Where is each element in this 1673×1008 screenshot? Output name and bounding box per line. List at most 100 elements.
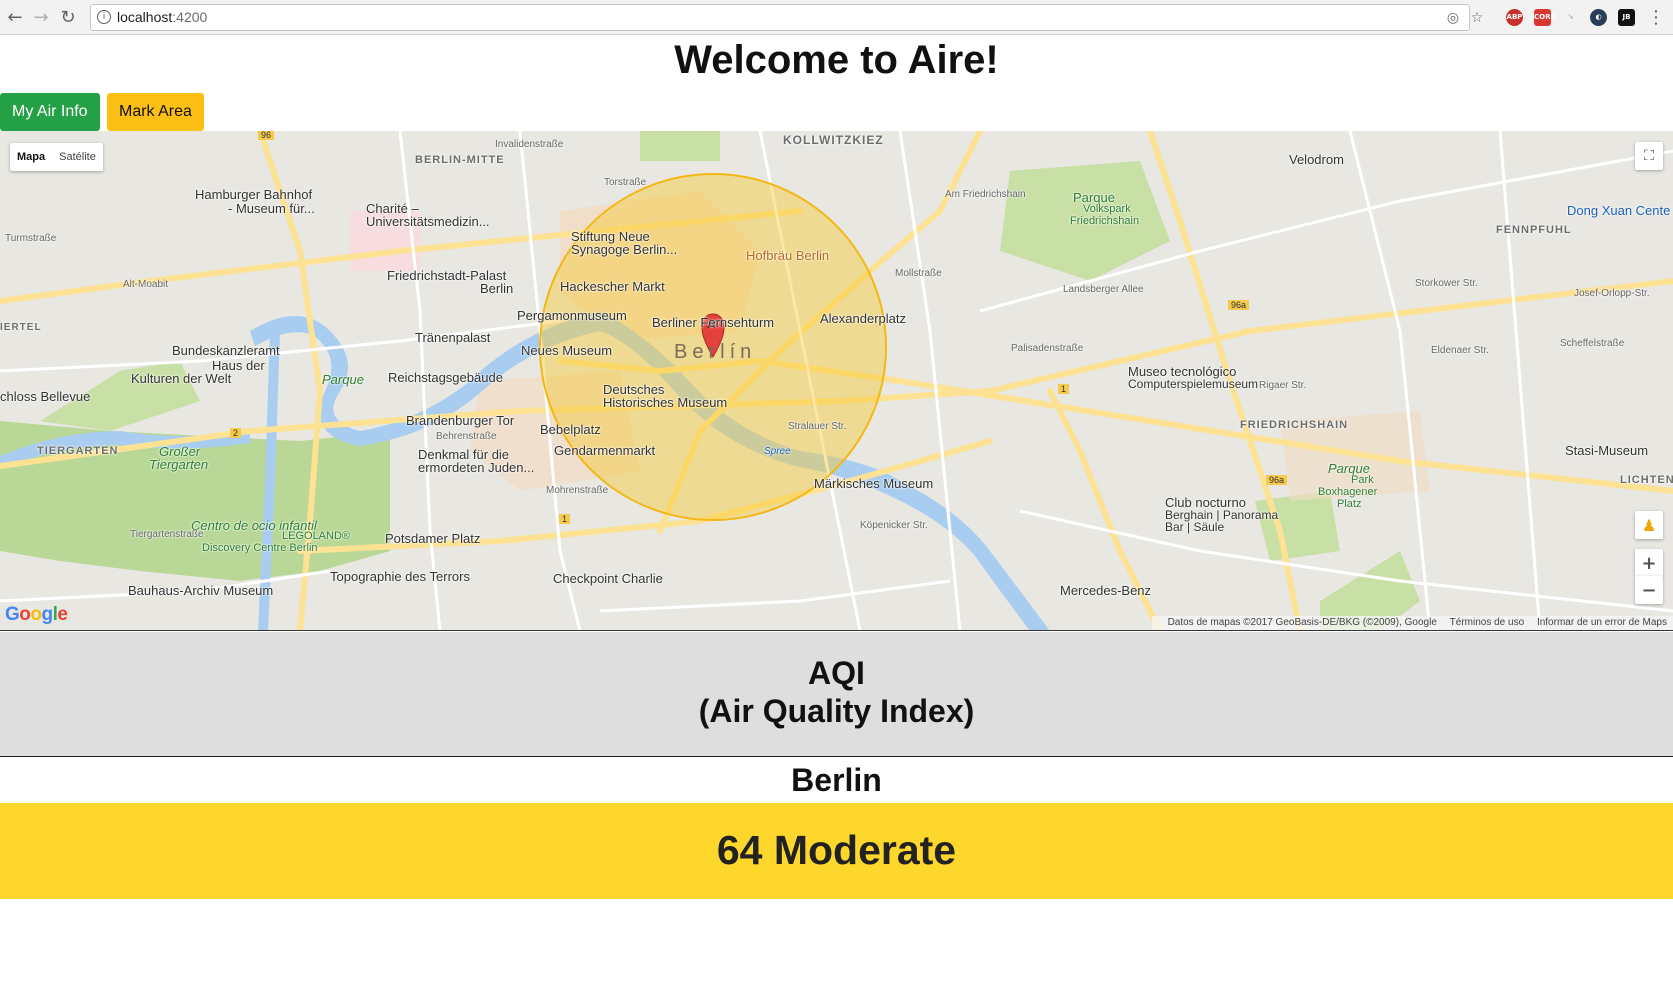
river-label: Spree (764, 446, 791, 457)
map-label: Synagoge Berlin... (571, 242, 678, 257)
street-label: Palisadenstraße (1011, 343, 1084, 354)
map-center-label: Berlín (674, 341, 757, 363)
map-label: Bauhaus-Archiv Museum (128, 583, 274, 598)
map-label: Parque (322, 372, 364, 387)
info-icon[interactable]: i (97, 10, 111, 24)
map-label: Computerspielemuseum (1128, 377, 1259, 391)
map-label: Hackescher Markt (560, 279, 665, 294)
route-shield: 1 (559, 514, 571, 524)
street-label: Behrenstraße (436, 431, 497, 442)
map-label: Universitätsmedizin... (366, 214, 490, 229)
url-text[interactable]: localhost:4200 (117, 9, 207, 25)
map-label: Dong Xuan Cente (1567, 203, 1671, 218)
map-label: ermordeten Juden... (418, 460, 535, 475)
map-label: LEGOLAND® (282, 530, 351, 542)
fullscreen-icon[interactable]: ⛶ (1635, 142, 1663, 170)
map-label: Berlin (480, 281, 514, 296)
aqi-value-banner: 64 Moderate (0, 803, 1673, 899)
pegman-icon[interactable]: ♟ (1635, 511, 1663, 539)
map-type-control: Mapa Satélite (10, 143, 103, 171)
map-label: Historisches Museum (603, 395, 728, 410)
terms-of-use-link[interactable]: Términos de uso (1450, 617, 1524, 628)
street-label: Mohrenstraße (546, 485, 609, 496)
route-shield: 96a (1266, 475, 1288, 485)
address-bar[interactable]: i localhost:4200 ◎ ☆ (90, 4, 1483, 31)
map-label: Märkisches Museum (814, 476, 934, 491)
map-attribution: Datos de mapas ©2017 GeoBasis-DE/BKG (©2… (1151, 616, 1673, 630)
aqi-header-title: AQI (808, 655, 865, 691)
map-label: FENNPFUHL (1496, 224, 1572, 236)
map-type-satellite-button[interactable]: Satélite (52, 143, 103, 171)
street-label: Eldenaer Str. (1431, 345, 1489, 356)
map-label: Friedrichshain (1070, 215, 1140, 227)
map-label: Pergamonmuseum (517, 308, 627, 323)
map-label: - Museum für... (228, 201, 315, 216)
map-label: Boxhagener (1318, 486, 1378, 498)
zoom-in-icon[interactable]: + (1635, 549, 1663, 577)
map-label: TIERGARTEN (37, 445, 119, 457)
street-label: Scheffelstraße (1560, 338, 1625, 349)
map-label: Hamburger Bahnhof (195, 187, 313, 202)
map-label: Stasi-Museum (1565, 443, 1649, 458)
route-shield: 96a (1228, 300, 1250, 310)
zoom-out-icon[interactable]: − (1635, 576, 1663, 604)
map-label: Berliner Fernsehturm (652, 315, 775, 330)
my-air-info-button[interactable]: My Air Info (0, 93, 100, 131)
aqi-header-subtitle: (Air Quality Index) (698, 693, 975, 729)
mark-area-button[interactable]: Mark Area (107, 93, 204, 131)
adblock-extension-icon[interactable]: ABP (1506, 9, 1523, 26)
map-label: KOLLWITZKIEZ (783, 133, 884, 147)
report-error-link[interactable]: Informar de un error de Maps (1537, 617, 1667, 628)
map-view[interactable]: A Berlín KOLLWITZKIEZ BERLIN-MITTE Velod… (0, 131, 1673, 631)
profile-extension-icon[interactable]: ◐ (1590, 9, 1607, 26)
street-label: Invalidenstraße (495, 139, 564, 150)
map-label: Velodrom (1289, 152, 1344, 167)
map-label: LICHTENBE (1620, 474, 1673, 486)
menu-kebab-icon[interactable]: ⋮ (1645, 6, 1667, 28)
city-name: Berlin (791, 762, 882, 798)
map-label: FRIEDRICHSHAIN (1240, 419, 1349, 431)
map-label: Tränenpalast (415, 330, 491, 345)
street-label: Köpenicker Str. (860, 520, 928, 531)
street-label: Landsberger Allee (1063, 284, 1144, 295)
map-label: Neues Museum (521, 343, 613, 358)
street-label: Mollstraße (895, 268, 942, 279)
street-label: Torstraße (604, 177, 647, 188)
bookmark-star-icon[interactable]: ☆ (1467, 8, 1487, 28)
map-label: Volkspark (1083, 203, 1131, 215)
page-title: Welcome to Aire! (674, 38, 999, 82)
map-label: Bundeskanzleramt (172, 343, 280, 358)
street-label: Am Friedrichshain (945, 189, 1026, 200)
map-label: Discovery Centre Berlin (202, 542, 318, 554)
street-label: Storkower Str. (1415, 278, 1478, 289)
map-data-attribution: Datos de mapas ©2017 GeoBasis-DE/BKG (©2… (1167, 617, 1437, 628)
map-type-map-button[interactable]: Mapa (10, 143, 52, 171)
map-label: Alexanderplatz (820, 311, 906, 326)
reload-icon[interactable]: ↻ (57, 6, 79, 28)
map-label: Park (1351, 474, 1374, 486)
map-label: Bebelplatz (540, 422, 601, 437)
map-label: Reichstagsgebäude (388, 370, 503, 385)
street-label: Josef-Orlopp-Str. (1574, 288, 1650, 299)
street-label: Rigaer Str. (1259, 380, 1307, 391)
map-label: Kulturen der Welt (131, 371, 232, 386)
street-label: Alt-Moabit (123, 279, 169, 290)
map-label: Gendarmenmarkt (554, 443, 656, 458)
map-label: Bar | Säule (1165, 520, 1225, 534)
route-shield: 2 (230, 428, 242, 438)
map-label: IERTEL (0, 322, 42, 333)
map-label: Checkpoint Charlie (553, 571, 663, 586)
map-label: Brandenburger Tor (406, 413, 515, 428)
forward-arrow-icon[interactable]: → (30, 6, 52, 28)
jetbrains-extension-icon[interactable]: JB (1618, 9, 1635, 26)
street-label: Stralauer Str. (788, 421, 847, 432)
google-logo[interactable]: Google (5, 604, 68, 626)
location-icon[interactable]: ◎ (1443, 8, 1463, 28)
back-arrow-icon[interactable]: ← (4, 6, 26, 28)
map-label: Tiergarten (149, 457, 209, 472)
map-label: chloss Bellevue (0, 389, 91, 404)
cast-extension-icon[interactable]: ↘ (1562, 9, 1579, 26)
route-shield: 1 (1058, 384, 1070, 394)
street-label: Turmstraße (5, 233, 57, 244)
cors-extension-icon[interactable]: CORS (1534, 9, 1556, 26)
